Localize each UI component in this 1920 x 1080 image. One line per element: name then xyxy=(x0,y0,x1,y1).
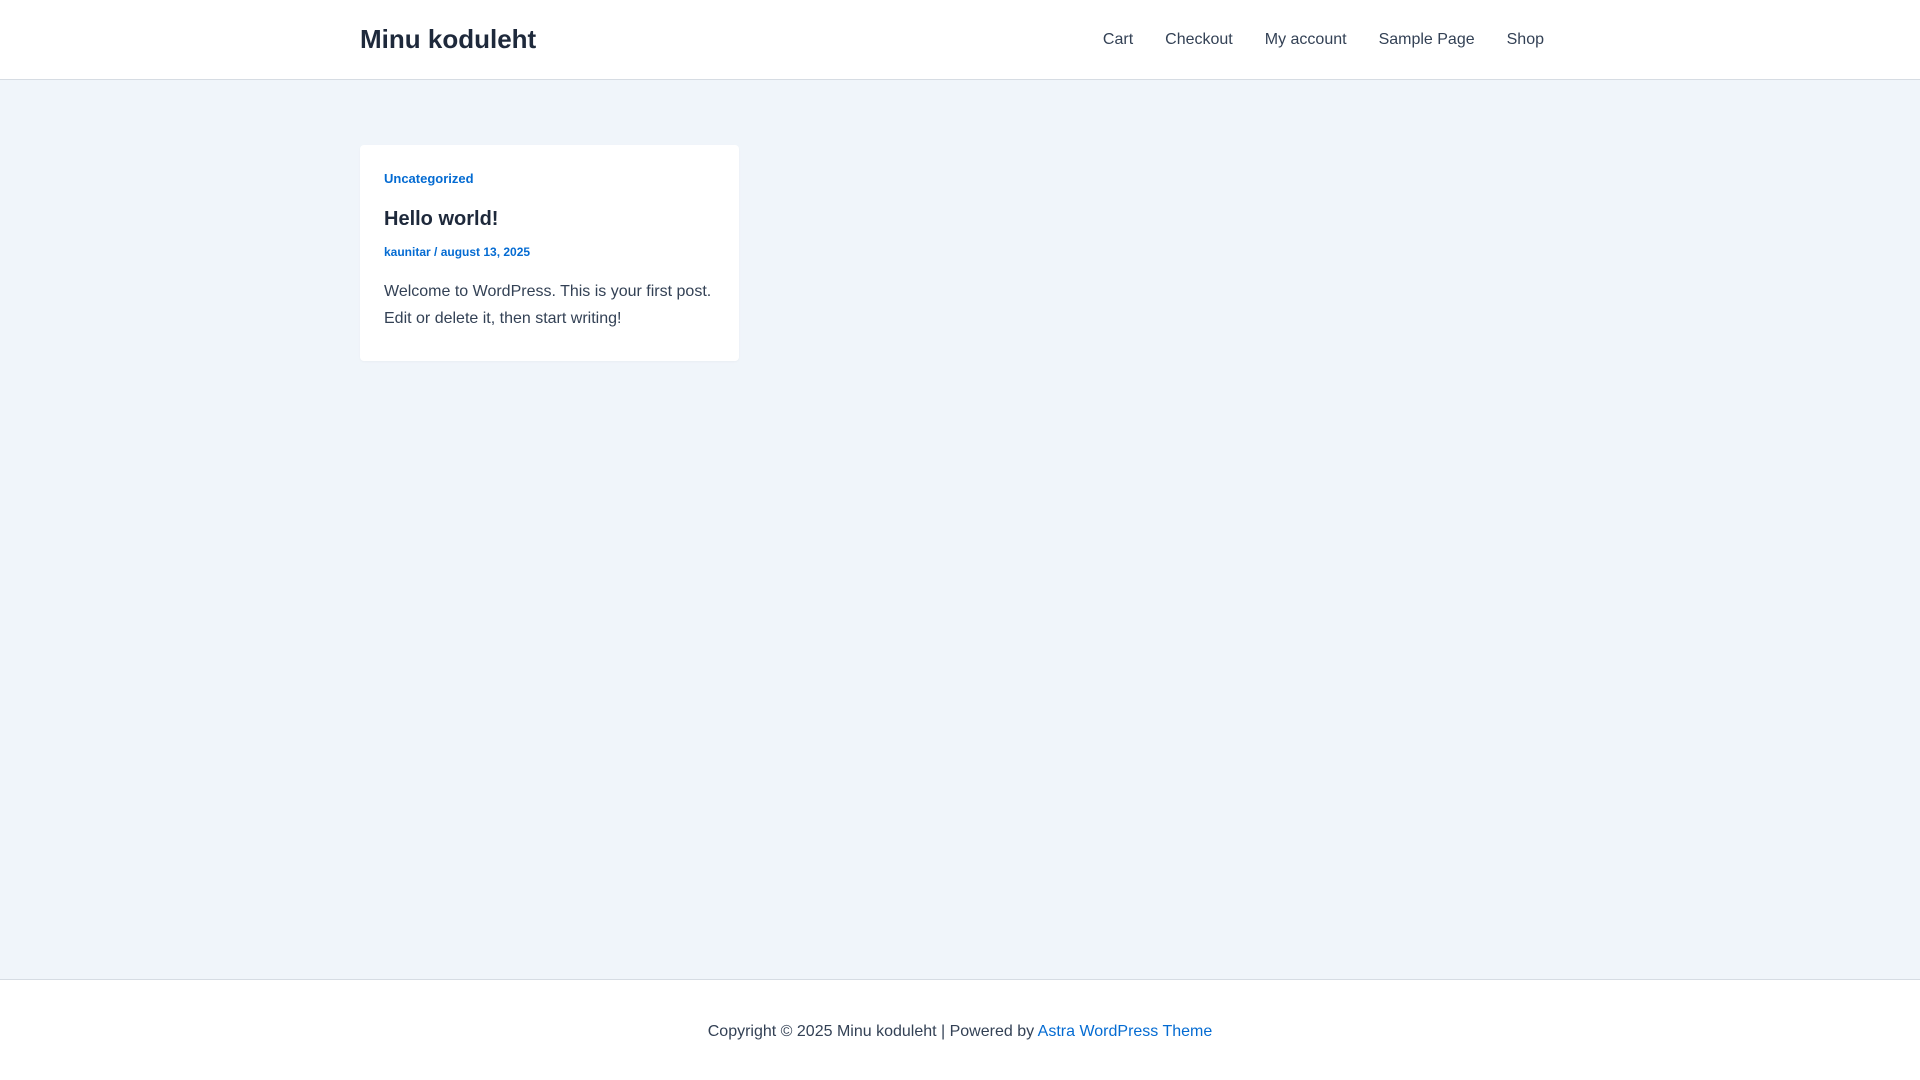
post-meta-separator: / xyxy=(430,245,441,259)
site-header: Minu koduleht Cart Checkout My account S… xyxy=(0,0,1920,80)
nav-item-cart[interactable]: Cart xyxy=(1087,0,1149,80)
post-excerpt: Welcome to WordPress. This is your first… xyxy=(384,283,712,327)
post-card: Uncategorized Hello world! kaunitar / au… xyxy=(360,145,739,361)
nav-item-my-account[interactable]: My account xyxy=(1249,0,1363,80)
post-author-link[interactable]: kaunitar xyxy=(384,245,431,259)
footer-theme-link[interactable]: Astra WordPress Theme xyxy=(1038,1023,1213,1040)
site-footer: Copyright © 2025 Minu koduleht | Powered… xyxy=(0,979,1920,1080)
main-navigation: Cart Checkout My account Sample Page Sho… xyxy=(1087,0,1544,80)
nav-item-shop[interactable]: Shop xyxy=(1491,0,1544,80)
main-content: Uncategorized Hello world! kaunitar / au… xyxy=(0,81,1920,979)
footer-copyright-text: Copyright © 2025 Minu koduleht | Powered… xyxy=(707,1023,1038,1040)
site-title[interactable]: Minu koduleht xyxy=(360,22,536,56)
nav-item-sample-page[interactable]: Sample Page xyxy=(1363,0,1491,80)
post-date: august 13, 2025 xyxy=(440,245,531,259)
post-title-link[interactable]: Hello world! xyxy=(384,206,715,232)
post-meta: kaunitar / august 13, 2025 xyxy=(384,244,715,260)
nav-item-checkout[interactable]: Checkout xyxy=(1149,0,1249,80)
post-category-link[interactable]: Uncategorized xyxy=(384,170,715,188)
footer-copyright: Copyright © 2025 Minu koduleht | Powered… xyxy=(0,1020,1920,1044)
